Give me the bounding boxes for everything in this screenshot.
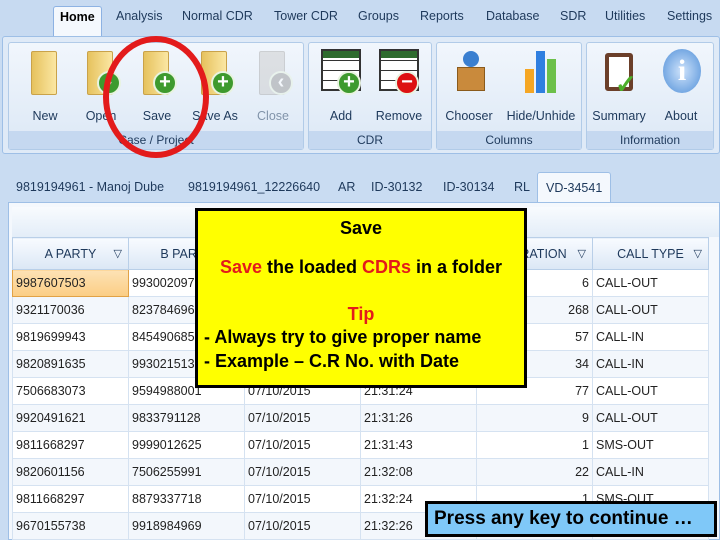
filter-icon[interactable]: ▽	[694, 247, 702, 260]
folder-close-icon: ‹	[253, 47, 293, 95]
doc-tab[interactable]: AR	[338, 180, 355, 194]
menu-bar: Home Analysis Normal CDR Tower CDR Group…	[0, 0, 720, 36]
header-label: CALL TYPE	[617, 246, 684, 261]
tip-callout: Save Save the loaded CDRs in a folder Ti…	[195, 208, 527, 388]
filter-icon[interactable]: ▽	[578, 247, 586, 260]
add-cdr-button[interactable]: + Add	[313, 47, 369, 125]
table-cell[interactable]: CALL-IN	[592, 350, 709, 378]
table-cell[interactable]: CALL-OUT	[592, 296, 709, 324]
clipboard-check-icon: ✓	[599, 47, 639, 99]
tip-title: Save	[339, 218, 383, 238]
doc-tab[interactable]: ID-30132	[371, 180, 422, 194]
document-tabs: 9819194961 - Manoj Dube 9819194961_12226…	[0, 172, 720, 204]
hide-unhide-button[interactable]: Hide/Unhide	[503, 47, 579, 125]
tab-normal-cdr[interactable]: Normal CDR	[182, 9, 253, 23]
tip-message: Save the loaded CDRs in a folder	[219, 257, 503, 277]
table-cell[interactable]: 07/10/2015	[244, 404, 361, 432]
table-cell[interactable]: 1	[476, 431, 593, 459]
doc-tab[interactable]: RL	[514, 180, 530, 194]
info-icon: i	[661, 47, 701, 95]
folder-icon	[25, 47, 65, 95]
table-cell[interactable]: CALL-IN	[592, 323, 709, 351]
table-cell[interactable]: 9811668297	[12, 431, 129, 459]
table-cell[interactable]: CALL-OUT	[592, 269, 709, 297]
tab-sdr[interactable]: SDR	[560, 9, 586, 23]
table-cell[interactable]: 22	[476, 458, 593, 486]
tab-home[interactable]: Home	[53, 6, 102, 36]
table-cell[interactable]: 21:31:26	[360, 404, 477, 432]
column-header[interactable]: CALL TYPE ▽	[592, 237, 709, 270]
table-cell[interactable]: 9	[476, 404, 593, 432]
table-row[interactable]: 9920491621 9833791128 07/10/2015 21:31:26 9 C…	[12, 404, 709, 432]
table-add-icon: +	[321, 47, 361, 95]
tip-line: - Example – C.R No. with Date	[204, 351, 460, 371]
table-row[interactable]: 9811668297 9999012625 07/10/2015 21:31:43 1 S…	[12, 431, 709, 459]
doc-tab[interactable]: ID-30134	[443, 180, 494, 194]
table-cell[interactable]: 9819699943	[12, 323, 129, 351]
tab-reports[interactable]: Reports	[420, 9, 464, 23]
filter-icon[interactable]: ▽	[114, 247, 122, 260]
tab-analysis[interactable]: Analysis	[116, 9, 163, 23]
table-cell[interactable]: 9811668297	[12, 485, 129, 513]
table-cell[interactable]: 7506683073	[12, 377, 129, 405]
tab-tower-cdr[interactable]: Tower CDR	[274, 9, 338, 23]
new-button[interactable]: New	[17, 47, 73, 125]
table-cell[interactable]: 9987607503	[12, 269, 129, 297]
table-cell[interactable]: 9999012625	[128, 431, 245, 459]
tip-label: Tip	[347, 304, 375, 324]
table-cell[interactable]: 07/10/2015	[244, 431, 361, 459]
table-cell[interactable]: 9820601156	[12, 458, 129, 486]
table-cell[interactable]: 7506255991	[128, 458, 245, 486]
doc-tab[interactable]: 9819194961_12226640	[188, 180, 320, 194]
table-cell[interactable]: 07/10/2015	[244, 512, 361, 540]
press-any-key-banner[interactable]: Press any key to continue …	[425, 501, 717, 537]
tab-database[interactable]: Database	[486, 9, 540, 23]
highlight-circle	[103, 36, 209, 158]
group-label: Columns	[437, 131, 581, 149]
group-columns: Chooser Hide/Unhide Columns	[436, 42, 582, 150]
chooser-button[interactable]: Chooser	[441, 47, 497, 125]
table-cell[interactable]: 9918984969	[128, 512, 245, 540]
tab-groups[interactable]: Groups	[358, 9, 399, 23]
table-cell[interactable]: 21:31:43	[360, 431, 477, 459]
table-cell[interactable]: SMS-OUT	[592, 431, 709, 459]
tip-line: - Always try to give proper name	[204, 327, 482, 347]
table-cell[interactable]: 8879337718	[128, 485, 245, 513]
tab-settings[interactable]: Settings	[667, 9, 712, 23]
group-information: ✓ Summary i About Information	[586, 42, 714, 150]
table-cell[interactable]: 07/10/2015	[244, 485, 361, 513]
header-label: A PARTY	[44, 246, 97, 261]
about-button[interactable]: i About	[653, 47, 709, 125]
group-label: CDR	[309, 131, 431, 149]
group-cdr: + Add − Remove CDR	[308, 42, 432, 150]
table-cell[interactable]: 07/10/2015	[244, 458, 361, 486]
table-cell[interactable]: CALL-IN	[592, 458, 709, 486]
box-arrow-icon	[449, 47, 489, 95]
remove-cdr-button[interactable]: − Remove	[371, 47, 427, 125]
bar-chart-icon	[521, 47, 561, 95]
table-cell[interactable]: 9833791128	[128, 404, 245, 432]
table-cell[interactable]: 9670155738	[12, 512, 129, 540]
table-cell[interactable]: CALL-OUT	[592, 377, 709, 405]
doc-tab[interactable]: 9819194961 - Manoj Dube	[16, 180, 164, 194]
group-label: Information	[587, 131, 713, 149]
table-remove-icon: −	[379, 47, 419, 95]
table-cell[interactable]: CALL-OUT	[592, 404, 709, 432]
tab-utilities[interactable]: Utilities	[605, 9, 645, 23]
table-cell[interactable]: 21:32:08	[360, 458, 477, 486]
table-cell[interactable]: 9920491621	[12, 404, 129, 432]
table-row[interactable]: 9820601156 7506255991 07/10/2015 21:32:08 22…	[12, 458, 709, 486]
column-header[interactable]: A PARTY ▽	[12, 237, 129, 270]
table-cell[interactable]: 9321170036	[12, 296, 129, 324]
summary-button[interactable]: ✓ Summary	[591, 47, 647, 125]
doc-tab-active[interactable]: VD-34541	[537, 172, 612, 204]
table-cell[interactable]: 9820891635	[12, 350, 129, 378]
close-button[interactable]: ‹ Close	[245, 47, 301, 125]
